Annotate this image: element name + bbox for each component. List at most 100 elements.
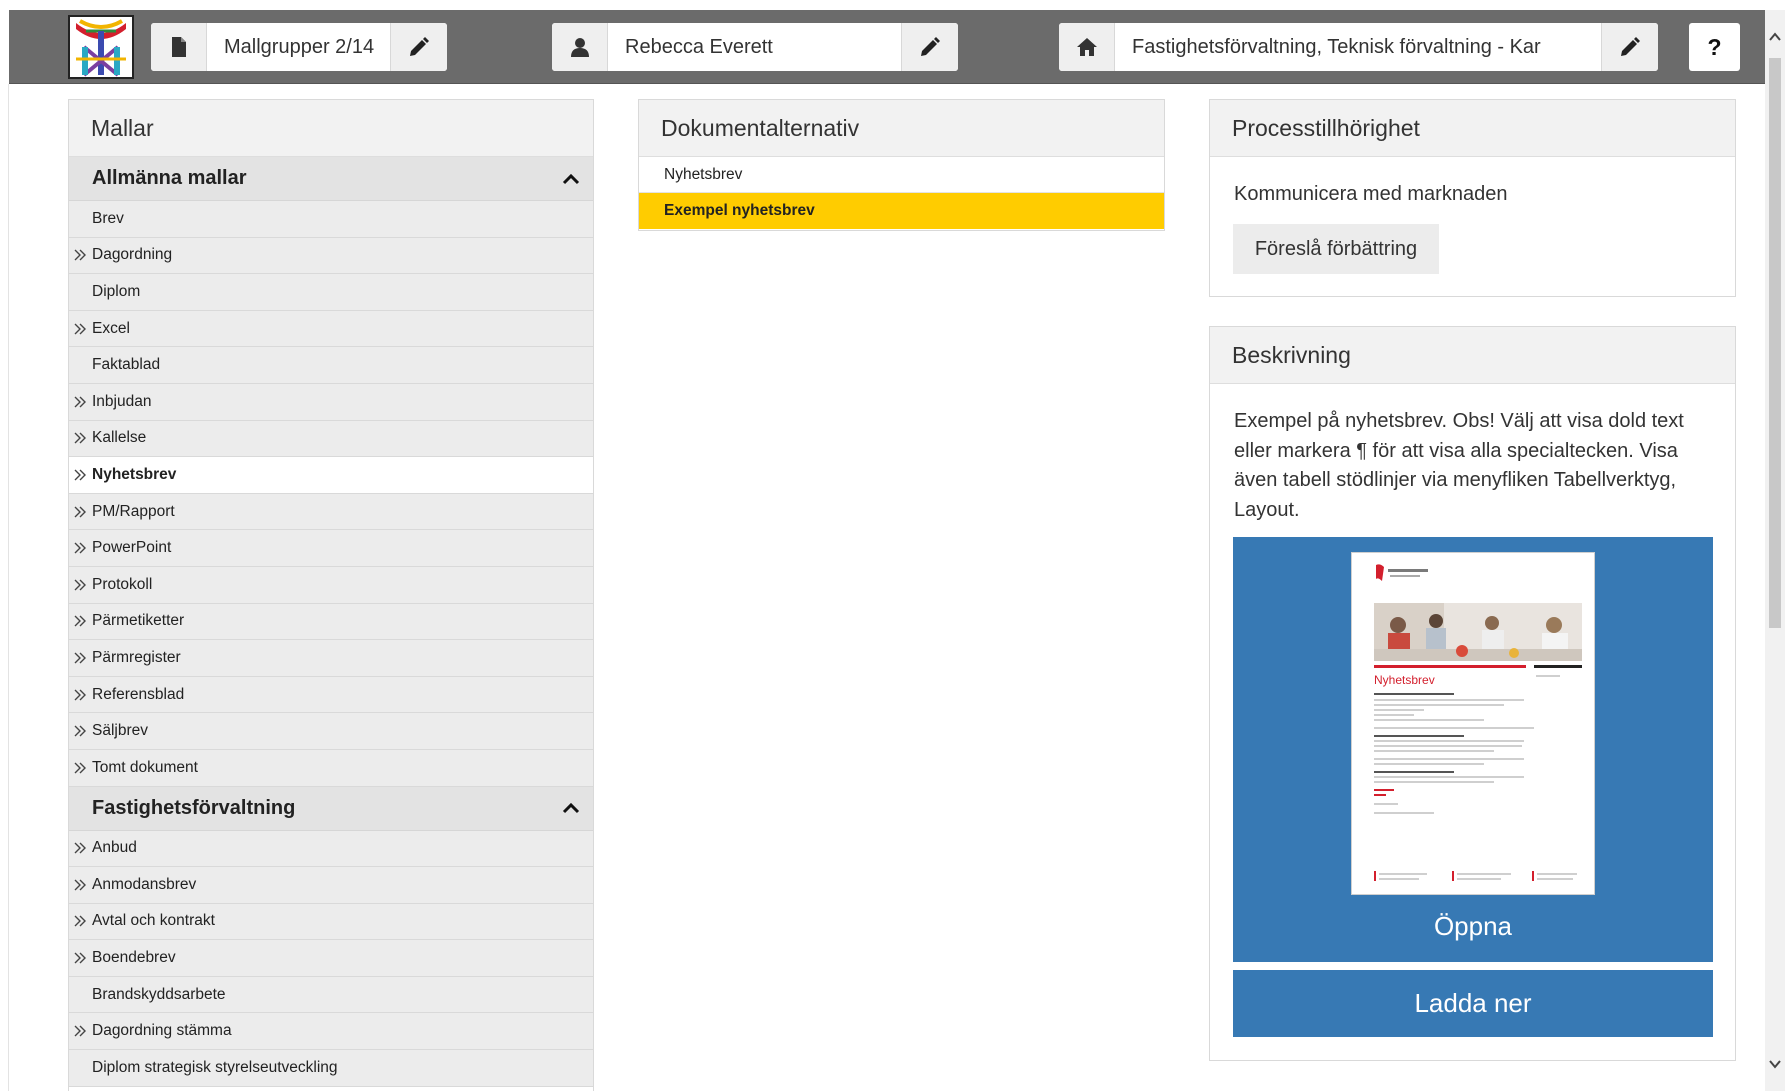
chevron-up-icon[interactable] — [561, 798, 581, 818]
template-item[interactable]: PowerPoint — [69, 530, 593, 567]
template-item[interactable]: Diplom strategisk styrelseutveckling — [69, 1050, 593, 1087]
preview-footer-line — [1537, 873, 1577, 875]
download-button[interactable]: Ladda ner — [1233, 970, 1713, 1037]
description-panel: Beskrivning Exempel på nyhetsbrev. Obs! … — [1209, 326, 1736, 1061]
templates-list: Allmänna mallar Brev Dagordning Diplom Excel… — [69, 157, 593, 1087]
preview-text-line — [1374, 789, 1394, 791]
double-chevron-right-icon — [74, 542, 86, 554]
preview-text-line — [1374, 714, 1414, 716]
edit-organization-button[interactable] — [1601, 23, 1658, 71]
double-chevron-right-icon — [74, 506, 86, 518]
templates-title: Mallar — [69, 100, 593, 157]
page-scrollbar[interactable] — [1765, 10, 1785, 1091]
template-item[interactable]: PM/Rapport — [69, 493, 593, 531]
double-chevron-right-icon — [74, 396, 86, 408]
template-item[interactable]: Nyhetsbrev — [69, 457, 593, 494]
template-item-label: Pärmregister — [92, 648, 181, 666]
preview-text-line — [1374, 693, 1454, 695]
help-button[interactable]: ? — [1689, 23, 1740, 71]
template-item[interactable]: Brev — [69, 201, 593, 238]
templates-panel: Mallar Allmänna mallar Brev Dagordning Dipl… — [68, 99, 594, 1091]
double-chevron-right-icon — [74, 469, 86, 481]
document-option[interactable]: Nyhetsbrev — [639, 157, 1164, 193]
double-chevron-right-icon — [74, 762, 86, 774]
preview-footer-line — [1379, 878, 1419, 880]
template-item[interactable]: Anmodansbrev — [69, 867, 593, 904]
template-item[interactable]: Pärmetiketter — [69, 603, 593, 641]
pencil-icon — [1621, 37, 1640, 56]
template-item[interactable]: Excel — [69, 310, 593, 348]
template-item[interactable]: Anbud — [69, 830, 593, 868]
template-item[interactable]: Inbjudan — [69, 383, 593, 421]
document-option[interactable]: Exempel nyhetsbrev — [639, 193, 1164, 229]
template-item[interactable]: Referensblad — [69, 676, 593, 714]
template-item[interactable]: Diplom — [69, 274, 593, 311]
double-chevron-right-icon — [74, 579, 86, 591]
template-item[interactable]: Tomt dokument — [69, 749, 593, 787]
template-item-label: Kallelse — [92, 429, 147, 447]
template-item[interactable]: Boendebrev — [69, 940, 593, 977]
chevron-up-icon[interactable] — [561, 169, 581, 189]
description-text: Exempel på nyhetsbrev. Obs! Välj att vis… — [1234, 410, 1684, 521]
pencil-icon — [921, 37, 940, 56]
template-group-header[interactable]: Allmänna mallar — [69, 157, 593, 201]
user-selector: Rebecca Everett — [552, 23, 958, 71]
double-chevron-right-icon — [74, 652, 86, 664]
template-item[interactable]: Protokoll — [69, 566, 593, 604]
template-item[interactable]: Faktablad — [69, 347, 593, 384]
template-group-name: Fastighetsförvaltning — [92, 796, 296, 819]
process-panel: Processtillhörighet Kommunicera med mark… — [1209, 99, 1736, 297]
template-item-label: PowerPoint — [92, 539, 172, 557]
preview-footer-line — [1457, 878, 1501, 880]
open-template-button[interactable]: Nyhetsbrev Öppna — [1233, 537, 1713, 962]
user-icon — [552, 23, 608, 71]
double-chevron-right-icon — [74, 323, 86, 335]
double-chevron-right-icon — [74, 725, 86, 737]
document-options-list: Nyhetsbrev Exempel nyhetsbrev — [639, 157, 1164, 229]
preview-footer-mark — [1374, 871, 1376, 881]
scroll-down-icon[interactable] — [1768, 1057, 1782, 1071]
template-item[interactable]: Kallelse — [69, 420, 593, 458]
preview-heading: Nyhetsbrev — [1374, 673, 1435, 687]
preview-text-line — [1374, 745, 1522, 747]
edit-template-group-button[interactable] — [390, 23, 447, 71]
scroll-thumb[interactable] — [1769, 58, 1781, 628]
template-item[interactable]: Brandskyddsarbete — [69, 976, 593, 1014]
template-item[interactable]: Avtal och kontrakt — [69, 903, 593, 941]
preview-text-line — [1374, 704, 1504, 706]
template-group-header[interactable]: Fastighetsförvaltning — [69, 786, 593, 831]
preview-photo — [1374, 603, 1582, 661]
template-item-label: Faktablad — [92, 356, 161, 374]
double-chevron-right-icon — [74, 249, 86, 261]
double-chevron-right-icon — [74, 952, 86, 964]
preview-text-line — [1374, 758, 1524, 760]
template-item-label: Avtal och kontrakt — [92, 912, 215, 930]
preview-text-line — [1374, 781, 1494, 783]
template-item[interactable]: Säljbrev — [69, 713, 593, 750]
app-logo[interactable] — [68, 15, 134, 79]
preview-footer-line — [1379, 873, 1427, 875]
template-item[interactable]: Pärmregister — [69, 640, 593, 677]
top-bar: Mallgrupper 2/14 Rebecca Everett Fastigh… — [9, 10, 1765, 84]
template-item-label: Brev — [92, 209, 124, 227]
preview-text-line — [1374, 771, 1454, 773]
top-bar-divider — [9, 83, 1765, 84]
edit-user-button[interactable] — [901, 23, 958, 71]
double-chevron-right-icon — [74, 915, 86, 927]
template-item-label: Dagordning — [92, 246, 173, 264]
pencil-icon — [410, 37, 429, 56]
scroll-up-icon[interactable] — [1768, 30, 1782, 44]
template-item[interactable]: Dagordning stämma — [69, 1013, 593, 1051]
left-edge — [0, 84, 9, 1091]
logo-icon — [70, 17, 132, 77]
preview-text-line — [1374, 794, 1386, 796]
template-item-label: Säljbrev — [92, 722, 148, 740]
template-item-label: Diplom — [92, 282, 141, 300]
preview-red-rule — [1374, 665, 1526, 668]
template-item[interactable]: Dagordning — [69, 237, 593, 275]
suggest-improvement-button[interactable]: Föreslå förbättring — [1233, 224, 1439, 274]
template-item-label: Inbjudan — [92, 392, 152, 410]
template-item-label: Dagordning stämma — [92, 1022, 232, 1040]
preview-text-line — [1374, 803, 1398, 805]
document-options-panel: Dokumentalternativ Nyhetsbrev Exempel nyh… — [638, 99, 1165, 231]
